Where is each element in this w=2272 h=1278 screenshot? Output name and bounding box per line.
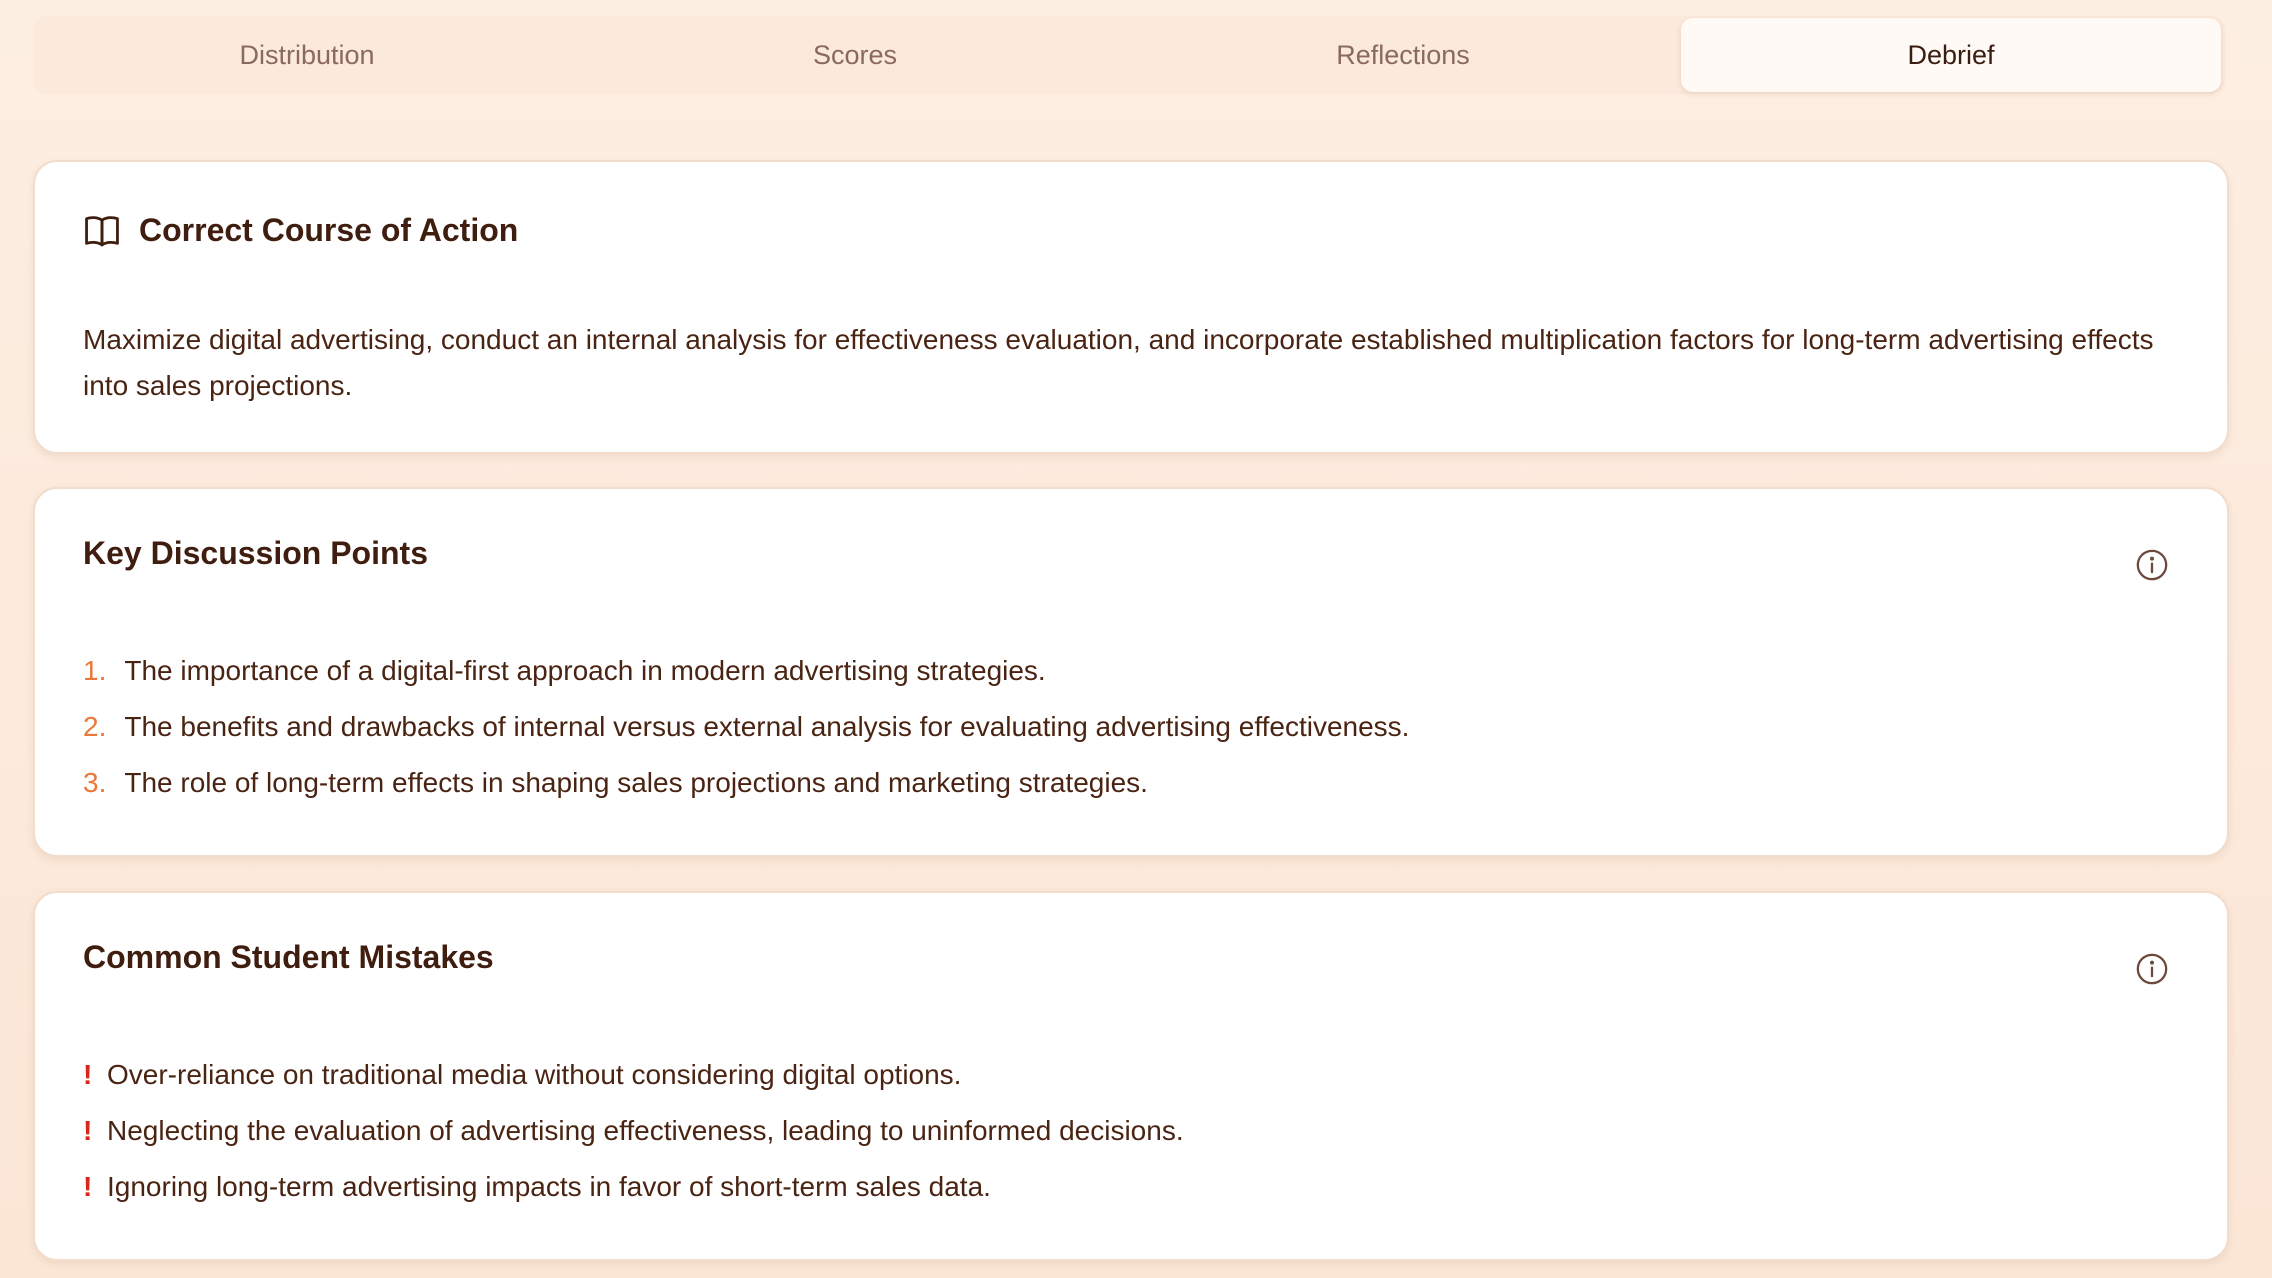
item-number: 3. xyxy=(83,767,107,798)
exclamation-icon: ! xyxy=(83,1171,93,1202)
key-discussion-title: Key Discussion Points xyxy=(83,535,428,571)
info-icon[interactable] xyxy=(2135,548,2169,582)
list-item: 1. The importance of a digital-first app… xyxy=(83,653,1409,689)
common-mistakes-card: Common Student Mistakes ! Over-reliance … xyxy=(33,891,2229,1261)
common-mistakes-list: ! Over-reliance on traditional media wit… xyxy=(83,1057,1184,1225)
info-icon[interactable] xyxy=(2135,952,2169,986)
item-number: 2. xyxy=(83,711,107,742)
item-text: The importance of a digital-first approa… xyxy=(124,655,1046,686)
tab-bar: Distribution Scores Reflections Debrief xyxy=(33,16,2225,94)
tab-distribution[interactable]: Distribution xyxy=(37,18,577,92)
item-text: Ignoring long-term advertising impacts i… xyxy=(107,1171,991,1202)
common-mistakes-title: Common Student Mistakes xyxy=(83,939,494,975)
item-text: The benefits and drawbacks of internal v… xyxy=(124,711,1410,742)
book-open-icon xyxy=(85,215,119,246)
item-text: Over-reliance on traditional media witho… xyxy=(107,1059,962,1090)
list-item: 3. The role of long-term effects in shap… xyxy=(83,765,1409,801)
list-item: ! Ignoring long-term advertising impacts… xyxy=(83,1169,1184,1205)
list-item: ! Neglecting the evaluation of advertisi… xyxy=(83,1113,1184,1149)
tab-scores[interactable]: Scores xyxy=(585,18,1125,92)
item-number: 1. xyxy=(83,655,107,686)
correct-course-header: Correct Course of Action xyxy=(83,212,518,249)
list-item: ! Over-reliance on traditional media wit… xyxy=(83,1057,1184,1093)
exclamation-icon: ! xyxy=(83,1115,93,1146)
correct-course-text: Maximize digital advertising, conduct an… xyxy=(83,324,2154,401)
tab-debrief[interactable]: Debrief xyxy=(1681,18,2221,92)
correct-course-title: Correct Course of Action xyxy=(139,212,519,248)
exclamation-icon: ! xyxy=(83,1059,93,1090)
correct-course-card: Correct Course of Action Maximize digita… xyxy=(33,160,2229,454)
key-discussion-list: 1. The importance of a digital-first app… xyxy=(83,653,1409,821)
list-item: 2. The benefits and drawbacks of interna… xyxy=(83,709,1409,745)
item-text: Neglecting the evaluation of advertising… xyxy=(107,1115,1184,1146)
item-text: The role of long-term effects in shaping… xyxy=(124,767,1148,798)
tab-reflections[interactable]: Reflections xyxy=(1133,18,1673,92)
key-discussion-card: Key Discussion Points 1. The importance … xyxy=(33,487,2229,857)
